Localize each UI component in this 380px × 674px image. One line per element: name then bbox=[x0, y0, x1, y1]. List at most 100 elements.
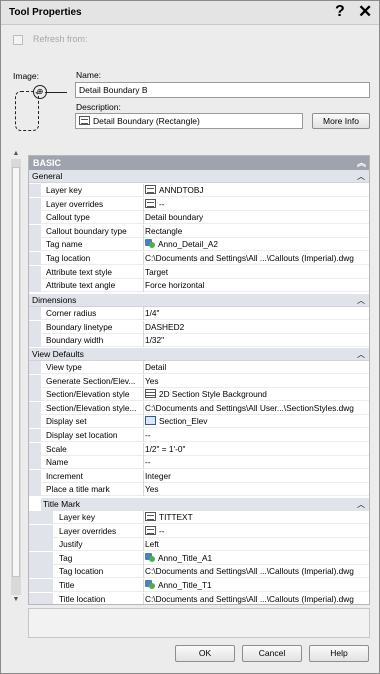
property-value[interactable]: C:\Documents and Settings\All User...\Se… bbox=[145, 402, 369, 415]
column-divider[interactable] bbox=[143, 279, 144, 293]
column-divider[interactable] bbox=[143, 388, 144, 402]
property-row[interactable]: Scale 1/2" = 1'-0" bbox=[29, 442, 369, 456]
more-info-button[interactable]: More Info bbox=[312, 113, 370, 129]
property-value[interactable]: Left bbox=[145, 538, 369, 551]
cancel-button[interactable]: Cancel bbox=[242, 645, 302, 662]
column-divider[interactable] bbox=[143, 307, 144, 320]
column-divider[interactable] bbox=[143, 238, 144, 252]
property-value[interactable]: Detail bbox=[145, 361, 369, 374]
column-divider[interactable] bbox=[143, 511, 144, 524]
property-row[interactable]: Generate Section/Elev... Yes bbox=[29, 374, 369, 388]
property-row[interactable]: Boundary linetype DASHED2 bbox=[29, 320, 369, 334]
property-value[interactable]: DASHED2 bbox=[145, 321, 369, 334]
property-row[interactable]: Title Anno_Title_T1 bbox=[29, 579, 369, 592]
chevron-up-icon[interactable]: ︿ bbox=[357, 498, 365, 511]
property-value[interactable]: 1/2" = 1'-0" bbox=[145, 443, 369, 456]
property-row[interactable]: Callout boundary type Rectangle bbox=[29, 224, 369, 238]
category-dimensions[interactable]: Dimensions ︿ bbox=[29, 294, 369, 307]
property-row[interactable]: Section/Elevation style 2D Section Style … bbox=[29, 388, 369, 402]
column-divider[interactable] bbox=[143, 361, 144, 374]
column-divider[interactable] bbox=[143, 524, 144, 538]
category-view-defaults[interactable]: View Defaults ︿ bbox=[29, 348, 369, 361]
property-row[interactable]: Layer key TITTEXT bbox=[29, 511, 369, 524]
property-value[interactable]: 1/32" bbox=[145, 334, 369, 347]
property-value[interactable]: 2D Section Style Background bbox=[145, 388, 369, 401]
chevron-up-icon[interactable]: ︿ bbox=[357, 294, 365, 307]
property-value[interactable]: Integer bbox=[145, 470, 369, 483]
property-row[interactable]: Tag location C:\Documents and Settings\Al… bbox=[29, 565, 369, 579]
property-row[interactable]: Tag location C:\Documents and Settings\Al… bbox=[29, 252, 369, 265]
property-row[interactable]: Place a title mark Yes bbox=[29, 483, 369, 497]
property-value[interactable]: Yes bbox=[145, 483, 369, 496]
property-row[interactable]: Title location C:\Documents and Settings\… bbox=[29, 592, 369, 604]
column-divider[interactable] bbox=[143, 224, 144, 238]
ok-button[interactable]: OK bbox=[175, 645, 235, 662]
column-divider[interactable] bbox=[143, 538, 144, 552]
property-value[interactable]: -- bbox=[145, 525, 369, 538]
property-value[interactable]: Anno_Title_A1 bbox=[145, 552, 369, 565]
property-value[interactable]: C:\Documents and Settings\All ...\Callou… bbox=[145, 593, 369, 604]
name-input[interactable]: Detail Boundary B bbox=[75, 82, 370, 98]
property-row[interactable]: Attribute text style Target bbox=[29, 265, 369, 279]
property-value[interactable]: Section_Elev bbox=[145, 415, 369, 428]
column-divider[interactable] bbox=[143, 579, 144, 592]
chevron-up-icon[interactable]: ︿ bbox=[357, 348, 365, 361]
property-value[interactable]: Force horizontal bbox=[145, 279, 369, 292]
column-divider[interactable] bbox=[143, 415, 144, 429]
refresh-from-checkbox[interactable]: Refresh from: bbox=[13, 34, 88, 45]
column-divider[interactable] bbox=[143, 592, 144, 604]
grid-scrollbar[interactable]: ▲ ▼ bbox=[10, 149, 22, 605]
column-divider[interactable] bbox=[143, 456, 144, 470]
property-row[interactable]: Justify Left bbox=[29, 538, 369, 552]
property-row[interactable]: Boundary width 1/32" bbox=[29, 334, 369, 348]
property-row[interactable]: Layer key ANNDTOBJ bbox=[29, 184, 369, 197]
column-divider[interactable] bbox=[143, 374, 144, 388]
scroll-down-icon[interactable]: ▼ bbox=[10, 595, 22, 605]
collapse-icon[interactable]: ︽ bbox=[357, 156, 366, 170]
property-value[interactable]: Target bbox=[145, 266, 369, 279]
column-divider[interactable] bbox=[143, 320, 144, 334]
property-value[interactable]: Detail boundary bbox=[145, 211, 369, 224]
property-row[interactable]: Layer overrides -- bbox=[29, 524, 369, 538]
property-value[interactable]: -- bbox=[145, 429, 369, 442]
column-divider[interactable] bbox=[143, 565, 144, 579]
column-divider[interactable] bbox=[143, 442, 144, 456]
scroll-up-icon[interactable]: ▲ bbox=[10, 149, 22, 159]
property-row[interactable]: Corner radius 1/4" bbox=[29, 307, 369, 320]
property-value[interactable]: TITTEXT bbox=[145, 511, 369, 524]
column-divider[interactable] bbox=[143, 265, 144, 279]
column-divider[interactable] bbox=[143, 211, 144, 225]
column-divider[interactable] bbox=[143, 184, 144, 197]
column-divider[interactable] bbox=[143, 483, 144, 497]
column-divider[interactable] bbox=[143, 197, 144, 211]
help-button[interactable]: Help bbox=[309, 645, 369, 662]
property-row[interactable]: Section/Elevation style... C:\Documents a… bbox=[29, 401, 369, 415]
category-general[interactable]: General ︿ bbox=[29, 170, 369, 183]
property-row[interactable]: Layer overrides -- bbox=[29, 197, 369, 211]
property-value[interactable]: C:\Documents and Settings\All ...\Callou… bbox=[145, 565, 369, 578]
scroll-thumb[interactable] bbox=[12, 167, 20, 577]
property-row[interactable]: Tag name Anno_Detail_A2 bbox=[29, 238, 369, 252]
help-icon[interactable]: ? bbox=[335, 3, 345, 21]
property-value[interactable]: Yes bbox=[145, 375, 369, 388]
property-row[interactable]: Callout type Detail boundary bbox=[29, 211, 369, 225]
property-row[interactable]: Display set Section_Elev bbox=[29, 415, 369, 429]
basic-section-header[interactable]: BASIC ︽ bbox=[29, 156, 369, 170]
property-value[interactable]: -- bbox=[145, 198, 369, 211]
chevron-up-icon[interactable]: ︿ bbox=[357, 170, 365, 183]
property-value[interactable]: Anno_Detail_A2 bbox=[145, 238, 369, 251]
property-value[interactable]: C:\Documents and Settings\All ...\Callou… bbox=[145, 252, 369, 265]
property-row[interactable]: Name -- bbox=[29, 456, 369, 470]
category-title-mark[interactable]: Title Mark ︿ bbox=[41, 498, 369, 511]
property-value[interactable]: -- bbox=[145, 456, 369, 469]
column-divider[interactable] bbox=[143, 252, 144, 265]
property-row[interactable]: Tag Anno_Title_A1 bbox=[29, 551, 369, 565]
property-row[interactable]: Attribute text angle Force horizontal bbox=[29, 279, 369, 293]
property-value[interactable]: ANNDTOBJ bbox=[145, 184, 369, 197]
column-divider[interactable] bbox=[143, 551, 144, 565]
property-value[interactable]: Anno_Title_T1 bbox=[145, 579, 369, 592]
property-row[interactable]: Display set location -- bbox=[29, 429, 369, 442]
property-row[interactable]: Increment Integer bbox=[29, 469, 369, 483]
column-divider[interactable] bbox=[143, 469, 144, 483]
close-icon[interactable]: ✕ bbox=[358, 2, 372, 22]
